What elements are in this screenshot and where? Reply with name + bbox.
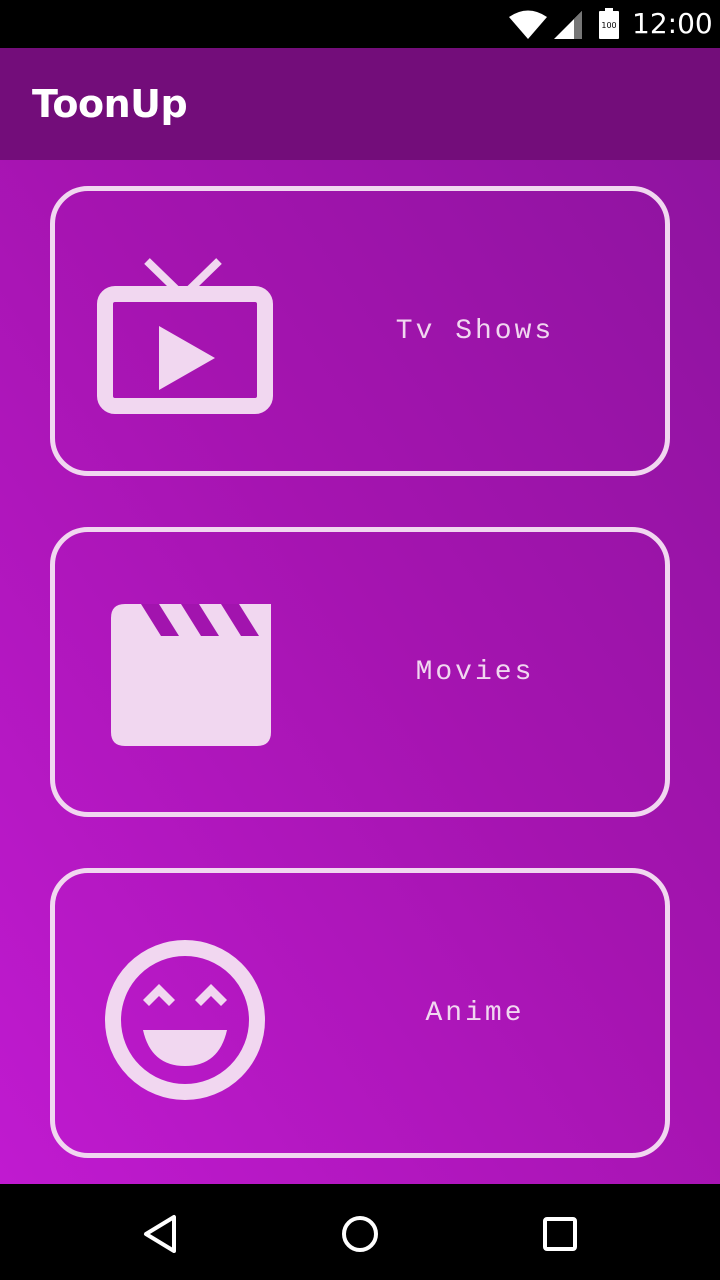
status-bar: 100 12:00: [0, 0, 720, 48]
tv-shows-label: Tv Shows: [395, 315, 555, 347]
category-list: Tv Shows Movies Anime: [0, 160, 720, 1184]
anime-label: Anime: [425, 997, 525, 1029]
status-clock: 12:00: [632, 7, 713, 40]
battery-level: 100: [601, 21, 616, 30]
wifi-icon: [509, 10, 547, 39]
tv-shows-card[interactable]: Tv Shows: [50, 186, 670, 476]
movies-label: Movies: [415, 656, 535, 688]
clapperboard-icon: [111, 604, 271, 746]
movies-card[interactable]: Movies: [50, 527, 670, 817]
back-icon[interactable]: [138, 1212, 182, 1256]
battery-icon: 100: [599, 8, 619, 39]
tv-play-icon: [97, 258, 273, 414]
recents-icon[interactable]: [538, 1212, 582, 1256]
signal-icon: [554, 11, 582, 39]
navigation-bar: [0, 1184, 720, 1280]
smiley-face-icon: [105, 940, 265, 1100]
app-title: ToonUp: [32, 82, 188, 126]
home-icon[interactable]: [338, 1212, 382, 1256]
anime-card[interactable]: Anime: [50, 868, 670, 1158]
app-bar: ToonUp: [0, 48, 720, 160]
screen: 100 12:00 ToonUp Tv Shows Movies Anime: [0, 0, 720, 1280]
